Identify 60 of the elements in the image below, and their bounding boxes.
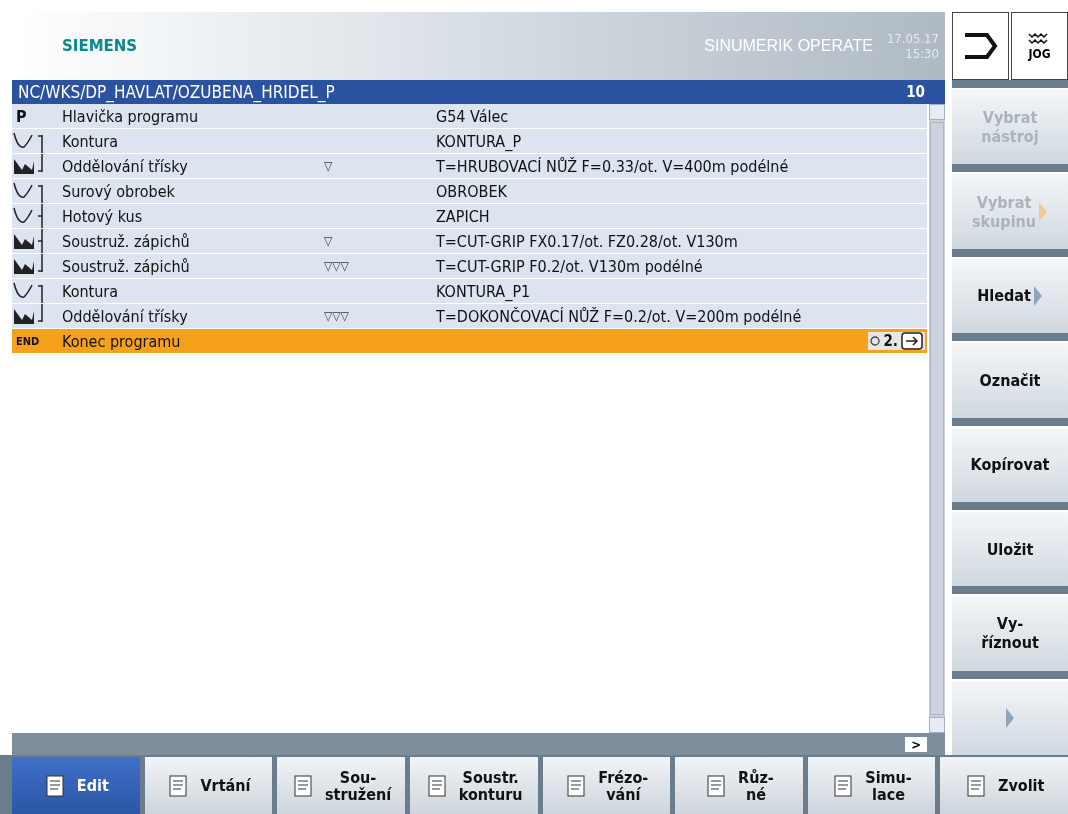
date: 17.05.17 <box>886 31 939 46</box>
softkey[interactable]: Sou- stružení <box>277 757 405 814</box>
softkey[interactable]: Vrtání <box>144 757 273 814</box>
block-name: Kontura <box>62 131 120 151</box>
block-parameters: KONTURA_P1 <box>436 281 532 301</box>
block-parameters: T=CUT-GRIP FX0.17/ot. FZ0.28/ot. V130m <box>436 231 739 251</box>
quality-marks: ▽▽▽ <box>324 259 350 273</box>
softkey[interactable]: Označit <box>952 341 1068 418</box>
softkey[interactable]: Simu- lace <box>807 757 936 814</box>
mode-label: JOG <box>1028 47 1051 61</box>
block-parameters: ZAPICH <box>436 206 491 226</box>
quality-marks: ▽▽▽ <box>324 309 350 323</box>
program-row[interactable]: Kontura KONTURA_P1 <box>12 279 927 304</box>
program-row[interactable]: P Hlavička programu G54 Válec <box>12 104 927 129</box>
softkey[interactable]: Frézo- vání <box>542 757 671 814</box>
softkey[interactable]: Zvolit <box>940 757 1068 814</box>
ring-icon <box>870 336 881 346</box>
block-name: Kontura <box>62 281 120 301</box>
block-parameters: T=CUT-GRIP F0.2/ot. V130m podélné <box>436 256 704 276</box>
scroll-right-button[interactable]: > <box>905 736 927 752</box>
softkey[interactable]: Vy- říznout <box>952 594 1068 671</box>
info-value: 2. <box>883 332 898 350</box>
block-name: Soustruž. zápichů <box>62 256 191 276</box>
program-path: NC/WKS/DP_HAVLAT/OZUBENA_HRIDEL_P <box>18 82 336 102</box>
program-row[interactable]: END Konec programu 2. <box>12 329 927 354</box>
block-parameters: T=HRUBOVACÍ NŮŽ F=0.33/ot. V=400m podélné <box>436 156 790 176</box>
softkey[interactable]: Kopírovat <box>952 425 1068 502</box>
arrow-box-icon <box>901 332 923 350</box>
block-parameters: G54 Válec <box>436 106 510 126</box>
softkey[interactable]: Uložit <box>952 509 1068 587</box>
softkey[interactable] <box>952 678 1068 755</box>
block-marker: END <box>16 334 40 348</box>
program-row[interactable]: Surový obrobek OBROBEK <box>12 179 927 204</box>
block-name: Hlavička programu <box>62 106 200 126</box>
product-name: SINUMERIK OPERATE <box>704 37 873 55</box>
block-name: Oddělování třísky <box>62 306 189 326</box>
block-parameters: T=DOKONČOVACÍ NŮŽ F=0.2/ot. V=200m podélné <box>436 306 803 326</box>
program-row[interactable]: Oddělování třísky ▽▽▽ T=DOKONČOVACÍ NŮŽ F=0.2/ot. V=200m podélné <box>12 304 927 329</box>
quality-marks: ▽ <box>324 234 334 248</box>
program-row[interactable]: Soustruž. zápichů ▽▽▽ T=CUT-GRIP F0.2/ot. V130m podélné <box>12 254 927 279</box>
softkey[interactable]: Soustr. konturu <box>409 757 538 814</box>
block-name: Konec programu <box>62 331 182 351</box>
block-name: Hotový kus <box>62 206 144 226</box>
quality-marks: ▽ <box>324 159 334 173</box>
block-name: Oddělování třísky <box>62 156 189 176</box>
softkey[interactable]: Edit <box>12 757 140 814</box>
line-number: 10 <box>906 83 925 101</box>
program-row[interactable]: Oddělování třísky ▽ T=HRUBOVACÍ NŮŽ F=0.33/ot. V=400m podélné <box>12 154 927 179</box>
block-marker: P <box>16 106 27 126</box>
block-parameters: OBROBEK <box>436 181 508 201</box>
softkey[interactable]: Růz- né <box>675 757 803 814</box>
block-name: Surový obrobek <box>62 181 176 201</box>
brand-logo: SIEMENS <box>62 37 138 55</box>
program-row[interactable]: Hotový kus ZAPICH <box>12 204 927 229</box>
softkey[interactable]: Hledat <box>952 256 1068 334</box>
program-row[interactable]: Kontura KONTURA_P <box>12 129 927 154</box>
block-name: Soustruž. zápichů <box>62 231 191 251</box>
program-row[interactable]: Soustruž. zápichů ▽ T=CUT-GRIP FX0.17/ot. FZ0.28/ot. V130m <box>12 229 927 254</box>
block-parameters: KONTURA_P <box>436 131 523 151</box>
vertical-scrollbar[interactable] <box>927 104 945 733</box>
